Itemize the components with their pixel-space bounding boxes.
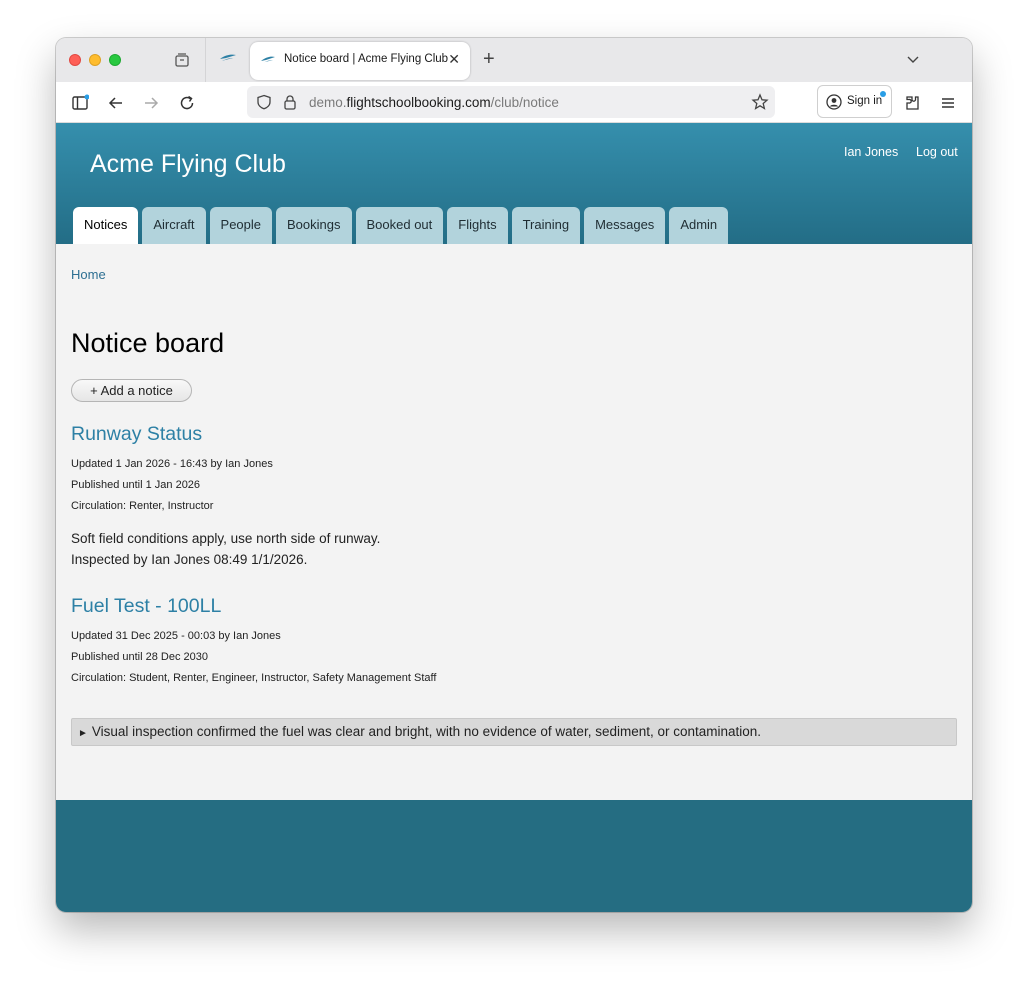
notice-item: Runway Status Updated 1 Jan 2026 - 16:43… — [71, 423, 951, 570]
site-title[interactable]: Acme Flying Club — [90, 150, 286, 179]
active-tab[interactable]: Notice board | Acme Flying Club ✕ — [250, 42, 470, 80]
sign-in-label: Sign in — [847, 95, 883, 107]
address-bar[interactable]: demo.flightschoolbooking.com/club/notice — [247, 86, 775, 118]
url-text[interactable]: demo.flightschoolbooking.com/club/notice — [309, 95, 559, 110]
notice-updated: Updated 31 Dec 2025 - 00:03 by Ian Jones — [71, 630, 281, 642]
tab-groups-icon[interactable] — [174, 52, 190, 68]
disclosure-triangle-icon: ► — [78, 728, 88, 739]
lock-icon[interactable] — [283, 94, 297, 110]
notice-published: Published until 1 Jan 2026 — [71, 479, 201, 491]
notice-title-link[interactable]: Fuel Test - 100LL — [71, 595, 951, 618]
tab-strip-separator — [205, 38, 206, 82]
pinned-tab-favicon-icon[interactable] — [218, 50, 238, 66]
notice-body-line: Soft field conditions apply, use north s… — [71, 531, 381, 546]
window-maximize-button[interactable] — [109, 54, 121, 66]
site-footer — [56, 800, 972, 912]
tab-flights[interactable]: Flights — [447, 207, 508, 244]
main-navigation-tabs: Notices Aircraft People Bookings Booked … — [73, 207, 729, 244]
tab-admin[interactable]: Admin — [669, 207, 729, 244]
sign-in-button[interactable]: Sign in — [817, 85, 892, 118]
tab-messages[interactable]: Messages — [584, 207, 666, 244]
details-summary-text: Visual inspection confirmed the fuel was… — [91, 724, 762, 739]
flying-club-favicon-icon — [261, 56, 275, 63]
tab-booked-out[interactable]: Booked out — [355, 207, 444, 244]
notice-body-line: Inspected by Ian Jones 08:49 1/1/2026. — [71, 552, 308, 567]
reload-icon[interactable] — [178, 94, 196, 112]
tab-strip: Notice board | Acme Flying Club ✕ + — [56, 38, 972, 82]
site-header: Acme Flying Club Ian Jones Log out Notic… — [56, 123, 972, 244]
bookmark-star-icon[interactable] — [751, 93, 769, 111]
notice-title-link[interactable]: Runway Status — [71, 423, 951, 446]
tab-title: Notice board | Acme Flying Club — [284, 53, 449, 65]
notice-item: Fuel Test - 100LL Updated 31 Dec 2025 - … — [71, 595, 951, 689]
notice-circulation: Circulation: Renter, Instructor — [71, 500, 214, 512]
tab-notices[interactable]: Notices — [73, 207, 139, 244]
notice-circulation: Circulation: Student, Renter, Engineer, … — [71, 672, 437, 684]
sidebar-icon[interactable] — [71, 94, 89, 112]
notice-published: Published until 28 Dec 2030 — [71, 651, 208, 663]
forward-arrow-icon[interactable] — [142, 94, 160, 112]
menu-icon[interactable] — [939, 94, 957, 112]
notice-body: Soft field conditions apply, use north s… — [71, 528, 951, 570]
window-close-button[interactable] — [69, 54, 81, 66]
account-icon — [826, 94, 842, 110]
navigation-toolbar: demo.flightschoolbooking.com/club/notice… — [56, 82, 972, 123]
tab-training[interactable]: Training — [511, 207, 581, 244]
notification-dot — [880, 91, 886, 97]
page-title: Notice board — [71, 328, 225, 358]
extensions-icon[interactable] — [903, 94, 921, 112]
logout-link[interactable]: Log out — [916, 145, 958, 159]
tab-bookings[interactable]: Bookings — [276, 207, 352, 244]
notice-updated: Updated 1 Jan 2026 - 16:43 by Ian Jones — [71, 458, 273, 470]
shield-icon[interactable] — [256, 94, 272, 110]
window-minimize-button[interactable] — [89, 54, 101, 66]
tab-aircraft[interactable]: Aircraft — [142, 207, 206, 244]
browser-window: Notice board | Acme Flying Club ✕ + demo… — [56, 38, 972, 912]
back-arrow-icon[interactable] — [107, 94, 125, 112]
web-page: Acme Flying Club Ian Jones Log out Notic… — [56, 123, 972, 912]
chevron-down-icon[interactable] — [906, 52, 920, 66]
user-profile-link[interactable]: Ian Jones — [844, 145, 898, 159]
new-tab-button[interactable]: + — [483, 48, 495, 71]
add-notice-button[interactable]: + Add a notice — [71, 379, 192, 402]
tab-close-icon[interactable]: ✕ — [448, 51, 460, 68]
breadcrumb-home-link[interactable]: Home — [71, 267, 106, 282]
tab-people[interactable]: People — [209, 207, 273, 244]
notice-details-toggle[interactable]: ► Visual inspection confirmed the fuel wa… — [71, 718, 957, 746]
